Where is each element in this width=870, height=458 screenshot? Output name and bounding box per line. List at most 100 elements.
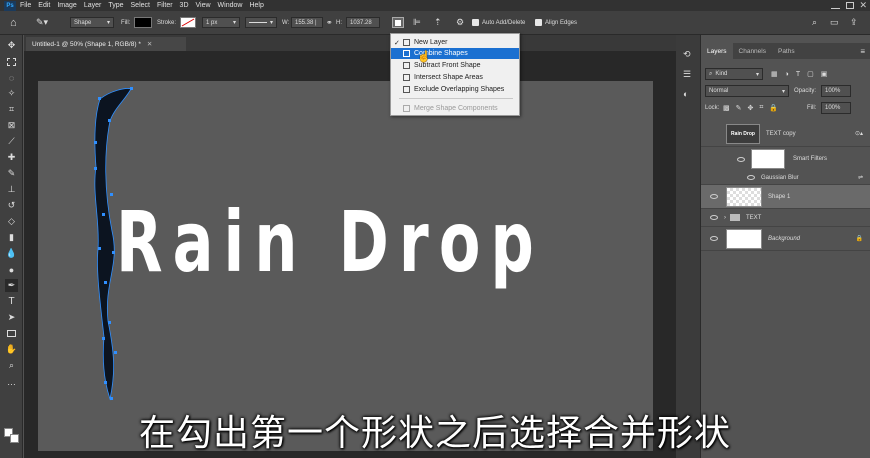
path-operations-button[interactable] (392, 17, 404, 28)
layer-row-gaussian-blur[interactable]: Gaussian Blur ⇌ (701, 171, 870, 185)
quick-select-tool-icon[interactable]: ✧ (5, 87, 18, 100)
fill-input[interactable]: 100% (821, 102, 851, 114)
menu-item-exclude-overlapping-shapes[interactable]: Exclude Overlapping Shapes (391, 84, 519, 95)
marquee-tool-icon[interactable] (5, 55, 18, 68)
eraser-tool-icon[interactable]: ◇ (5, 215, 18, 228)
raindrop-shape-path[interactable] (38, 81, 653, 451)
menu-item-intersect-shape-areas[interactable]: Intersect Shape Areas (391, 72, 519, 83)
path-alignment-icon[interactable]: ⊫ (413, 17, 421, 28)
lasso-tool-icon[interactable]: ◌ (5, 71, 18, 84)
menu-3d[interactable]: 3D (180, 2, 189, 9)
tab-paths[interactable]: Paths (772, 43, 801, 59)
lock-transparent-icon[interactable]: ▩ (723, 104, 730, 112)
panel-menu-icon[interactable]: ≡ (860, 47, 865, 56)
eyedropper-tool-icon[interactable]: ⟋ (5, 135, 18, 148)
document-canvas[interactable]: Rain Drop (38, 81, 653, 451)
layer-row-shape-1[interactable]: Shape 1 (701, 185, 870, 209)
lock-position-icon[interactable]: ✥ (748, 104, 754, 112)
blur-tool-icon[interactable]: 💧 (5, 247, 18, 260)
dodge-tool-icon[interactable]: ● (5, 263, 18, 276)
eye-icon[interactable] (747, 175, 755, 180)
layer-filter-kind-select[interactable]: ⌕ Kind ▾ (705, 68, 763, 80)
shape-filter-icon[interactable]: ▢ (807, 70, 814, 78)
tool-mode-select[interactable]: Shape ▾ (70, 17, 114, 28)
menu-help[interactable]: Help (249, 2, 263, 9)
link-icon[interactable]: ⚭ (326, 17, 333, 28)
type-filter-icon[interactable]: T (796, 71, 800, 78)
search-icon[interactable]: ⌕ (812, 17, 817, 28)
rectangle-tool-icon[interactable] (5, 327, 18, 340)
eye-icon[interactable] (710, 236, 718, 241)
menu-window[interactable]: Window (218, 2, 243, 9)
layer-row-smart-filters[interactable]: Smart Filters (701, 147, 870, 171)
menu-file[interactable]: File (20, 2, 31, 9)
eye-icon[interactable] (710, 194, 718, 199)
menu-filter[interactable]: Filter (157, 2, 173, 9)
pen-tool-icon[interactable]: ✒ (5, 279, 18, 292)
tab-layers[interactable]: Layers (701, 43, 733, 59)
layer-row-background[interactable]: Background 🔒 (701, 227, 870, 251)
menu-item-subtract-front-shape[interactable]: Subtract Front Shape (391, 60, 519, 71)
blend-mode-select[interactable]: Normal ▾ (705, 85, 789, 97)
maximize-icon[interactable] (846, 2, 854, 9)
height-input[interactable]: 1037.28 (346, 17, 380, 28)
width-input[interactable]: 155.38 | (291, 17, 323, 28)
filter-options-icon[interactable]: ⇌ (858, 174, 863, 181)
photoshop-logo-icon[interactable]: Ps (4, 0, 16, 11)
lock-all-icon[interactable]: 🔒 (769, 104, 778, 112)
hand-tool-icon[interactable]: ✋ (5, 343, 18, 356)
menu-item-new-layer[interactable]: ✓ New Layer (391, 37, 519, 48)
chevron-right-icon[interactable]: › (724, 215, 726, 221)
opacity-input[interactable]: 100% (821, 85, 851, 97)
lock-image-icon[interactable]: ✎ (736, 104, 742, 112)
menu-edit[interactable]: Edit (38, 2, 50, 9)
move-tool-icon[interactable]: ✥ (5, 39, 18, 52)
layer-row-text-group[interactable]: › TEXT (701, 209, 870, 227)
document-tab[interactable]: Untitled-1 @ 50% (Shape 1, RGB/8) * ✕ (26, 37, 186, 51)
adjustment-filter-icon[interactable]: ◑ (785, 71, 789, 78)
menu-view[interactable]: View (196, 2, 211, 9)
crop-tool-icon[interactable]: ⌗ (5, 103, 18, 116)
eye-icon[interactable] (737, 156, 745, 162)
healing-brush-tool-icon[interactable]: ✚ (5, 151, 18, 164)
workspace-icon[interactable]: ▭ (830, 17, 839, 28)
align-edges-checkbox[interactable]: Align Edges (535, 17, 577, 28)
type-tool-icon[interactable]: T (5, 295, 18, 308)
menu-item-combine-shapes[interactable]: Combine Shapes (391, 48, 519, 59)
gear-icon[interactable]: ⚙ (456, 17, 464, 28)
menu-layer[interactable]: Layer (84, 2, 102, 9)
clone-stamp-tool-icon[interactable]: ⊥ (5, 183, 18, 196)
eye-icon[interactable] (710, 215, 718, 220)
layer-filter-icons[interactable]: ▦ ◑ T ▢ ▣ (771, 68, 827, 80)
stroke-size-input[interactable]: 1 px ▾ (202, 17, 240, 28)
more-tools-icon[interactable]: … (5, 375, 18, 388)
path-arrangement-icon[interactable]: ⇡ (434, 17, 442, 28)
pen-tool-preset-icon[interactable]: ✎▾ (36, 17, 48, 28)
history-panel-icon[interactable]: ⟲ (683, 49, 691, 60)
lock-artboard-icon[interactable]: ⌗ (759, 104, 763, 112)
stroke-type-select[interactable]: ▾ (245, 17, 277, 28)
auto-add-delete-checkbox[interactable]: Auto Add/Delete (472, 17, 525, 28)
menu-image[interactable]: Image (57, 2, 76, 9)
minimize-icon[interactable] (831, 1, 840, 9)
close-tab-icon[interactable]: ✕ (147, 40, 152, 48)
fill-swatch[interactable] (134, 17, 152, 28)
adjustments-panel-icon[interactable]: ◐ (683, 89, 688, 99)
history-brush-tool-icon[interactable]: ↺ (5, 199, 18, 212)
zoom-tool-icon[interactable]: ⌕ (5, 359, 18, 372)
gradient-tool-icon[interactable]: ▮ (5, 231, 18, 244)
stroke-swatch[interactable] (180, 17, 196, 28)
properties-panel-icon[interactable]: ☰ (683, 69, 691, 80)
layer-row-text-copy[interactable]: Rain Drop TEXT copy ⊙▴ (701, 121, 870, 147)
share-icon[interactable]: ⇪ (850, 17, 858, 28)
home-icon[interactable]: ⌂ (10, 17, 17, 29)
menu-select[interactable]: Select (131, 2, 150, 9)
menu-type[interactable]: Type (108, 2, 123, 9)
lock-icons[interactable]: ▩ ✎ ✥ ⌗ 🔒 (723, 102, 778, 114)
smart-object-filter-icon[interactable]: ▣ (821, 70, 828, 78)
image-filter-icon[interactable]: ▦ (771, 70, 778, 78)
tab-channels[interactable]: Channels (733, 43, 772, 59)
frame-tool-icon[interactable]: ⊠ (5, 119, 18, 132)
path-selection-tool-icon[interactable]: ➤ (5, 311, 18, 324)
close-icon[interactable]: ✕ (859, 0, 867, 11)
